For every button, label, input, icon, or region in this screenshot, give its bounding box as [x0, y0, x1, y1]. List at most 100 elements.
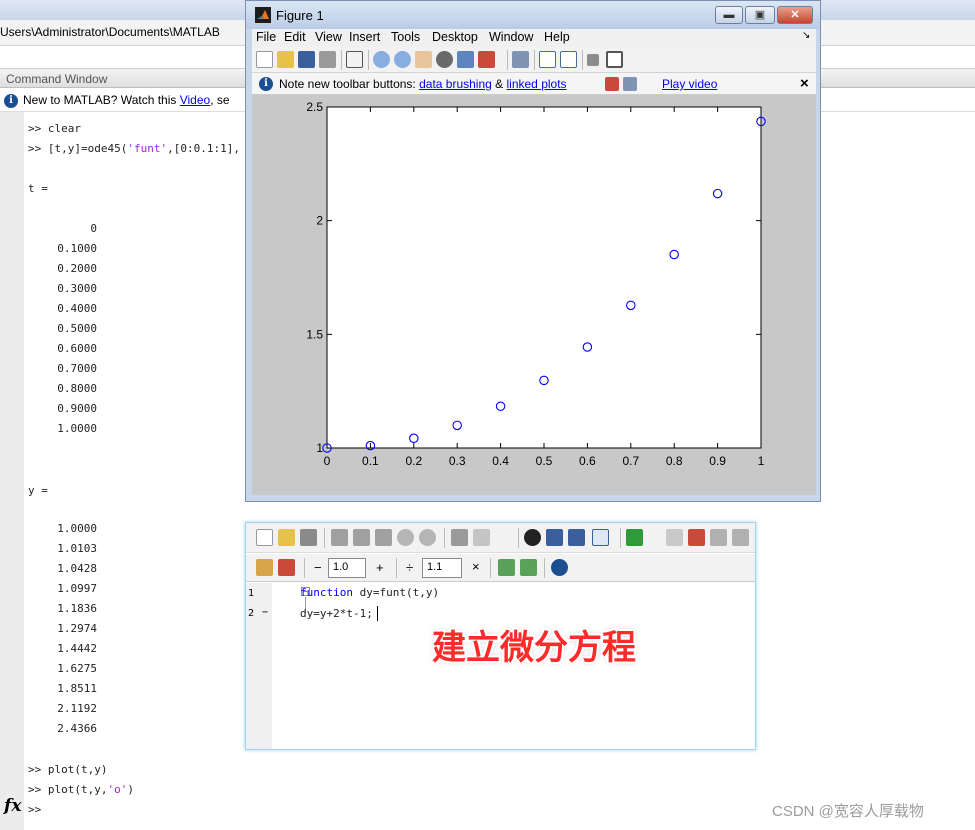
command-prompt[interactable]: >>: [28, 803, 41, 816]
x-tick-label: 0.4: [492, 454, 509, 468]
increment-button[interactable]: +: [376, 560, 384, 575]
hide-cell-titles-icon[interactable]: [520, 559, 537, 576]
colorbar-icon[interactable]: [539, 51, 556, 68]
y-value: 1.1836: [57, 602, 97, 615]
function-browser-icon[interactable]: fx: [4, 796, 21, 816]
plot2-close: ): [127, 783, 134, 796]
paste-icon[interactable]: [375, 529, 392, 546]
step-icon[interactable]: [710, 529, 727, 546]
menu-window[interactable]: Window: [489, 30, 533, 44]
link-note-icon: [623, 77, 637, 91]
figure-window[interactable]: Figure 1 ▬ ▣ ✕ File Edit View Insert Too…: [245, 0, 821, 502]
go-forward-icon[interactable]: [568, 529, 585, 546]
function-signature: dy=funt(t,y): [352, 586, 440, 599]
eval-cell-icon[interactable]: [278, 559, 295, 576]
zoom-out-icon[interactable]: [394, 51, 411, 68]
run-icon[interactable]: [626, 529, 643, 546]
decrement-button[interactable]: −: [314, 560, 322, 575]
figure-note-bar: i Note new toolbar buttons: data brushin…: [252, 73, 816, 95]
new-file-icon[interactable]: [256, 529, 273, 546]
cmd-line-plot2: >> plot(t,y,'o'): [28, 783, 134, 796]
figure-titlebar[interactable]: Figure 1 ▬ ▣ ✕: [246, 1, 820, 29]
open-file-icon[interactable]: [277, 51, 294, 68]
hide-plot-tools-icon[interactable]: [587, 54, 599, 66]
t-value: 0.2000: [57, 262, 97, 275]
y-value: 2.4366: [57, 722, 97, 735]
t-value: 0.7000: [57, 362, 97, 375]
menu-edit[interactable]: Edit: [284, 30, 306, 44]
data-brushing-link[interactable]: data brushing: [419, 77, 492, 91]
show-cell-titles-icon[interactable]: [498, 559, 515, 576]
cell-help-icon[interactable]: [551, 559, 568, 576]
maximize-button[interactable]: ▣: [745, 6, 775, 24]
go-back-icon[interactable]: [546, 529, 563, 546]
clear-breakpoints-icon[interactable]: [688, 529, 705, 546]
note-close-button[interactable]: ×: [800, 75, 809, 92]
y-value: 1.8511: [57, 682, 97, 695]
cmd-line-clear: >> clear: [28, 122, 81, 135]
figure-menubar: File Edit View Insert Tools Desktop Wind…: [252, 29, 816, 47]
t-value: 0.1000: [57, 242, 97, 255]
undo-icon[interactable]: [397, 529, 414, 546]
menu-view[interactable]: View: [315, 30, 342, 44]
code-line-1[interactable]: function dy=funt(t,y): [300, 586, 439, 599]
text-cursor: [377, 606, 378, 621]
code-line-2[interactable]: dy=y+2*t-1;: [300, 607, 373, 620]
video-link[interactable]: Video: [180, 93, 210, 107]
redo-icon[interactable]: [419, 529, 436, 546]
scale-value-input[interactable]: 1.1: [422, 558, 462, 578]
data-cursor-icon[interactable]: [457, 51, 474, 68]
y-value: 1.0428: [57, 562, 97, 575]
find-icon[interactable]: [524, 529, 541, 546]
pan-icon[interactable]: [415, 51, 432, 68]
divide-button[interactable]: ÷: [406, 560, 413, 575]
brush-icon[interactable]: [478, 51, 495, 68]
current-folder-path[interactable]: Users\Administrator\Documents\MATLAB: [0, 25, 220, 39]
save-icon[interactable]: [300, 529, 317, 546]
save-icon[interactable]: [298, 51, 315, 68]
y-tick-label: 2.5: [306, 100, 323, 114]
menu-help[interactable]: Help: [544, 30, 570, 44]
function-browser-icon[interactable]: [592, 529, 609, 546]
menu-file[interactable]: File: [256, 30, 276, 44]
multiply-button[interactable]: ×: [472, 559, 480, 574]
rotate-3d-icon[interactable]: [436, 51, 453, 68]
line-number-2: 2: [248, 608, 255, 619]
legend-icon[interactable]: [560, 51, 577, 68]
y-value: 1.6275: [57, 662, 97, 675]
menu-insert[interactable]: Insert: [349, 30, 380, 44]
function-keyword: function: [300, 586, 353, 599]
print-icon[interactable]: [451, 529, 468, 546]
cell-mode-icon[interactable]: [256, 559, 273, 576]
menu-dock-arrow-icon[interactable]: ↘: [802, 30, 810, 41]
copy-icon[interactable]: [353, 529, 370, 546]
print-icon[interactable]: [319, 51, 336, 68]
link-plot-icon[interactable]: [512, 51, 529, 68]
breakpoint-dash[interactable]: −: [262, 607, 268, 618]
show-plot-tools-icon[interactable]: [606, 51, 623, 68]
menu-desktop[interactable]: Desktop: [432, 30, 478, 44]
t-value: 0: [90, 222, 97, 235]
zoom-in-icon[interactable]: [373, 51, 390, 68]
new-figure-icon[interactable]: [256, 51, 273, 68]
decrement-value-input[interactable]: 1.0: [328, 558, 366, 578]
compare-icon[interactable]: [473, 529, 490, 546]
play-video-link[interactable]: Play video: [662, 77, 717, 91]
x-tick-label: 0.9: [709, 454, 726, 468]
linked-plots-link[interactable]: linked plots: [507, 77, 567, 91]
step-in-icon[interactable]: [732, 529, 749, 546]
menu-tools[interactable]: Tools: [391, 30, 420, 44]
close-button[interactable]: ✕: [777, 6, 813, 24]
t-value: 0.4000: [57, 302, 97, 315]
edit-plot-arrow-icon[interactable]: [346, 51, 363, 68]
set-breakpoint-icon[interactable]: [666, 529, 683, 546]
note-ampersand: &: [491, 77, 507, 91]
x-tick-label: 0.6: [579, 454, 596, 468]
minimize-button[interactable]: ▬: [715, 6, 743, 24]
y-tick-label: 2: [316, 214, 323, 228]
y-value: 1.0000: [57, 522, 97, 535]
cut-icon[interactable]: [331, 529, 348, 546]
open-file-icon[interactable]: [278, 529, 295, 546]
editor-toolbar-main: [246, 523, 755, 553]
t-value: 0.9000: [57, 402, 97, 415]
